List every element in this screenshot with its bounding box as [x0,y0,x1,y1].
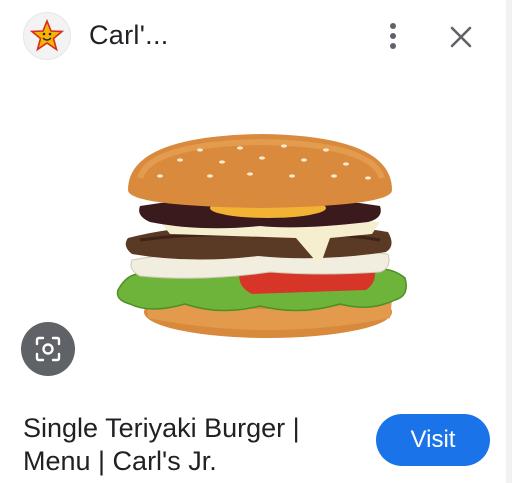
visit-button[interactable]: Visit [376,414,490,466]
more-options-button[interactable] [381,20,405,52]
more-vert-icon [390,23,396,49]
close-button[interactable] [446,22,476,52]
lens-search-icon [35,336,61,362]
site-logo[interactable] [23,12,71,60]
header: Carl'... [0,0,512,72]
close-icon [450,26,472,48]
result-title[interactable]: Single Teriyaki Burger | Menu | Carl's J… [23,412,353,478]
lens-search-button[interactable] [21,322,75,376]
result-image[interactable] [0,72,512,390]
burger-photo [116,134,407,338]
scrollbar[interactable] [506,0,512,483]
site-name: Carl'... [89,20,169,50]
star-mascot-icon [30,19,64,52]
